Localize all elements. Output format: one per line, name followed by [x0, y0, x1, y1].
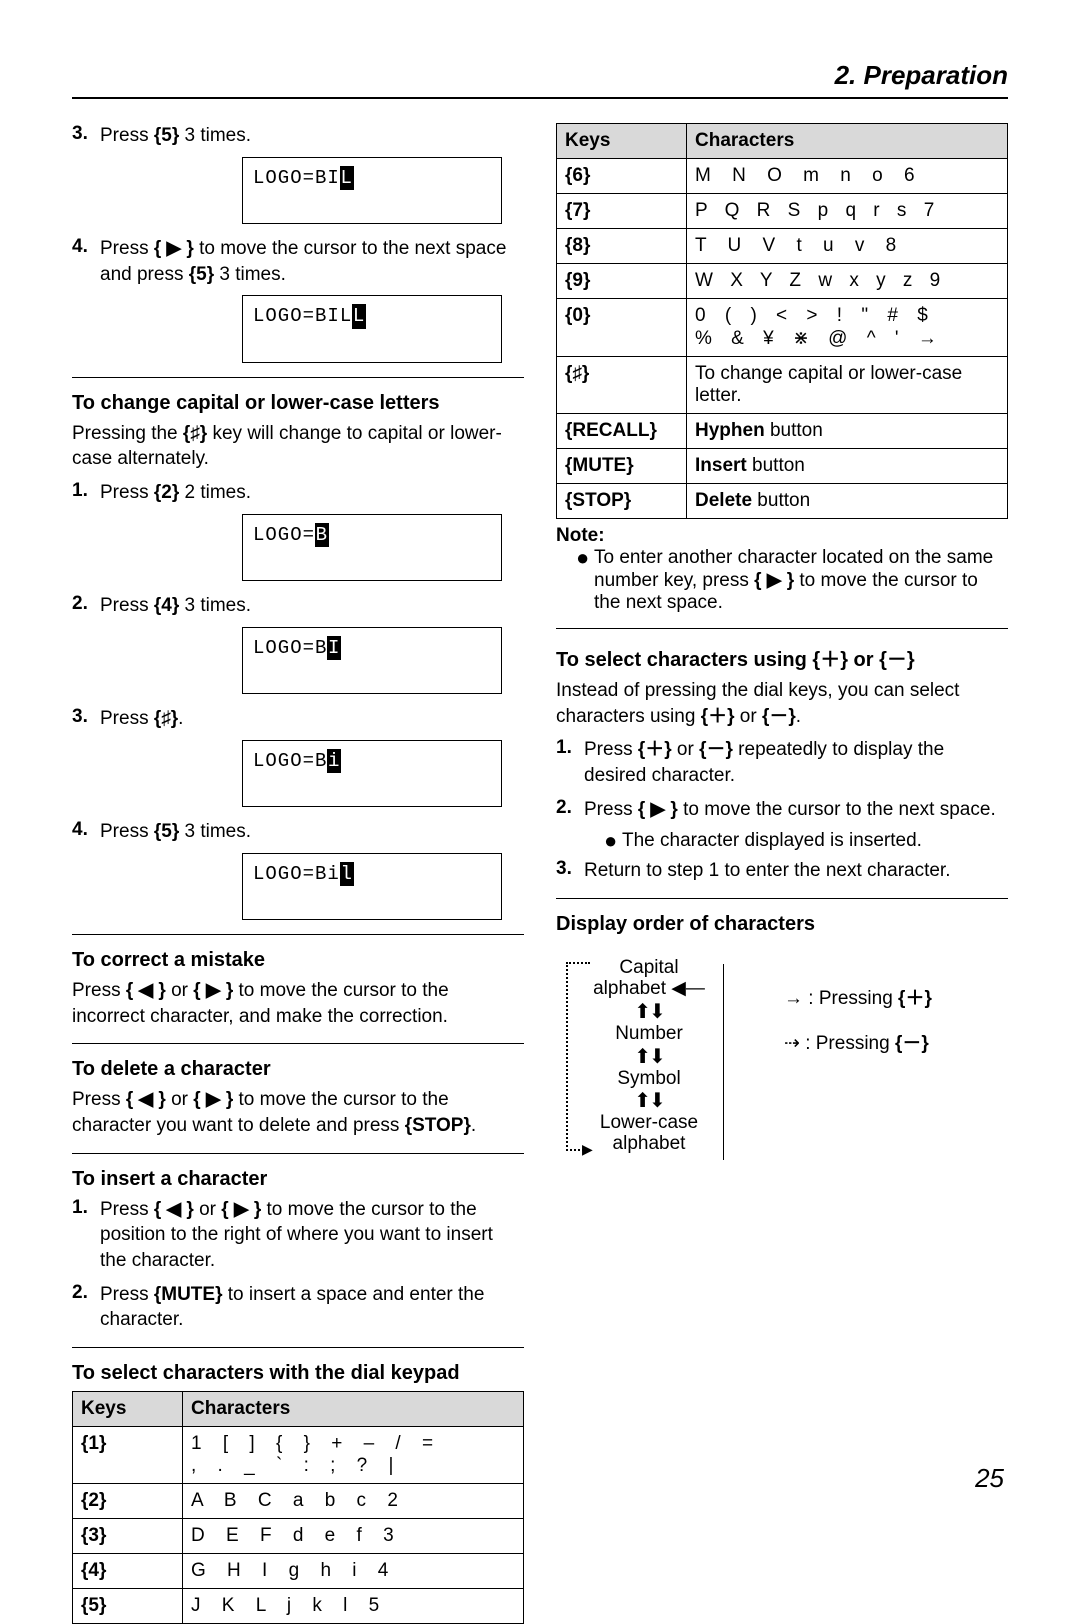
- pm-step-2-bullet: ● The character displayed is inserted.: [604, 830, 1008, 852]
- step-4: 4. Press { ▶ } to move the cursor to the…: [72, 236, 524, 287]
- divider: [556, 628, 1008, 629]
- table-row: {6} M N O m n o 6: [557, 159, 1008, 194]
- lcd-display: LOGO=Bi: [242, 740, 502, 807]
- table-row: {0} 0 ( ) < > ! " # $% & ¥ ⋇ @ ^ ' →: [557, 299, 1008, 357]
- table-row: {8} T U V t u v 8: [557, 229, 1008, 264]
- pm-step-3: 3. Return to step 1 to enter the next ch…: [556, 858, 1008, 884]
- bracket-line-icon: [723, 964, 724, 1160]
- table-head-chars: Characters: [687, 124, 1008, 159]
- left-column: 3. Press {5} 3 times. LOGO=BIL 4. Press …: [72, 123, 524, 1624]
- dial-table-left: Keys Characters {1} 1 [ ] { } + – / =, .…: [72, 1391, 524, 1624]
- cc-step-4: 4. Press {5} 3 times.: [72, 819, 524, 845]
- step-body: Press {5} 3 times.: [100, 123, 251, 149]
- step-num: 3.: [72, 123, 100, 149]
- cc-step-3: 3. Press {♯}.: [72, 706, 524, 732]
- divider: [72, 1153, 524, 1154]
- divider: [556, 898, 1008, 899]
- correct-heading: To correct a mistake: [72, 949, 524, 972]
- bullet-icon: ●: [576, 547, 594, 614]
- character-order-diagram: ▶ Capital alphabet ◀— ⬆⬇ Number ⬆⬇ Symbo…: [556, 942, 1008, 1157]
- bullet-icon: ●: [604, 830, 622, 852]
- cc-step-1: 1. Press {2} 2 times.: [72, 480, 524, 506]
- note-heading: Note:: [556, 525, 1008, 547]
- divider: [72, 934, 524, 935]
- order-heading: Display order of characters: [556, 913, 1008, 936]
- arrow-updown-icon: ⬆⬇: [584, 1047, 714, 1067]
- ins-step-2: 2. Press {MUTE} to insert a space and en…: [72, 1282, 524, 1333]
- change-case-heading: To change capital or lower-case letters: [72, 392, 524, 415]
- lcd-display: LOGO=BI: [242, 627, 502, 694]
- arrow-left-icon: ◀—: [671, 978, 705, 999]
- step-3: 3. Press {5} 3 times.: [72, 123, 524, 149]
- table-row: {4} G H I g h i 4: [73, 1553, 524, 1588]
- delete-heading: To delete a character: [72, 1058, 524, 1081]
- lcd-display: LOGO=Bil: [242, 853, 502, 920]
- dial-heading: To select characters with the dial keypa…: [72, 1362, 524, 1385]
- table-row: {2} A B C a b c 2: [73, 1483, 524, 1518]
- table-row: {7} P Q R S p q r s 7: [557, 194, 1008, 229]
- lcd-display: LOGO=BIL: [242, 157, 502, 224]
- correct-body: Press { ◀ } or { ▶ } to move the cursor …: [72, 978, 524, 1029]
- page-number: 25: [975, 1463, 1004, 1494]
- table-head-keys: Keys: [557, 124, 687, 159]
- arrow-updown-icon: ⬆⬇: [584, 1002, 714, 1022]
- divider: [72, 1347, 524, 1348]
- plusminus-heading: To select characters using {＋} or {－}: [556, 643, 1008, 672]
- lcd-display: LOGO=B: [242, 514, 502, 581]
- arrow-updown-icon: ⬆⬇: [584, 1091, 714, 1111]
- diagram-legend: → : Pressing {＋} ⇢ : Pressing {－}: [784, 976, 932, 1157]
- table-row: {♯} To change capital or lower-case lett…: [557, 357, 1008, 414]
- lcd-display: LOGO=BILL: [242, 295, 502, 362]
- table-row: {5} J K L j k l 5: [73, 1588, 524, 1623]
- arrow-right-icon: ▶: [582, 1141, 593, 1158]
- diagram-lower: Lower-case alphabet: [584, 1113, 714, 1155]
- right-column: Keys Characters {6} M N O m n o 6 {7} P …: [556, 123, 1008, 1624]
- table-row: {1} 1 [ ] { } + – / =, . _ ` : ; ? |: [73, 1426, 524, 1483]
- divider: [72, 1043, 524, 1044]
- insert-heading: To insert a character: [72, 1168, 524, 1191]
- cc-step-2: 2. Press {4} 3 times.: [72, 593, 524, 619]
- step-body: Press { ▶ } to move the cursor to the ne…: [100, 236, 524, 287]
- table-head-keys: Keys: [73, 1391, 183, 1426]
- step-num: 4.: [72, 236, 100, 287]
- table-row: {9} W X Y Z w x y z 9: [557, 264, 1008, 299]
- diagram-capital: Capital alphabet ◀—: [584, 958, 714, 1000]
- pm-step-1: 1. Press {＋} or {－} repeatedly to displa…: [556, 737, 1008, 788]
- divider: [72, 377, 524, 378]
- dial-table-right: Keys Characters {6} M N O m n o 6 {7} P …: [556, 123, 1008, 519]
- table-row: {RECALL} Hyphen button: [557, 414, 1008, 449]
- diagram-number: Number: [584, 1024, 714, 1045]
- loop-line-icon: [566, 962, 568, 1151]
- ins-step-1: 1. Press { ◀ } or { ▶ } to move the curs…: [72, 1197, 524, 1274]
- table-row: {STOP} Delete button: [557, 484, 1008, 519]
- section-title: 2. Preparation: [835, 60, 1008, 91]
- table-row: {3} D E F d e f 3: [73, 1518, 524, 1553]
- plusminus-body: Instead of pressing the dial keys, you c…: [556, 678, 1008, 729]
- table-head-chars: Characters: [183, 1391, 524, 1426]
- table-row: {MUTE} Insert button: [557, 449, 1008, 484]
- pm-step-2: 2. Press { ▶ } to move the cursor to the…: [556, 797, 1008, 823]
- change-case-body: Pressing the {♯} key will change to capi…: [72, 421, 524, 472]
- delete-body: Press { ◀ } or { ▶ } to move the cursor …: [72, 1087, 524, 1138]
- diagram-symbol: Symbol: [584, 1069, 714, 1090]
- page-header: 2. Preparation: [72, 60, 1008, 99]
- note-bullet: ● To enter another character located on …: [576, 547, 1008, 614]
